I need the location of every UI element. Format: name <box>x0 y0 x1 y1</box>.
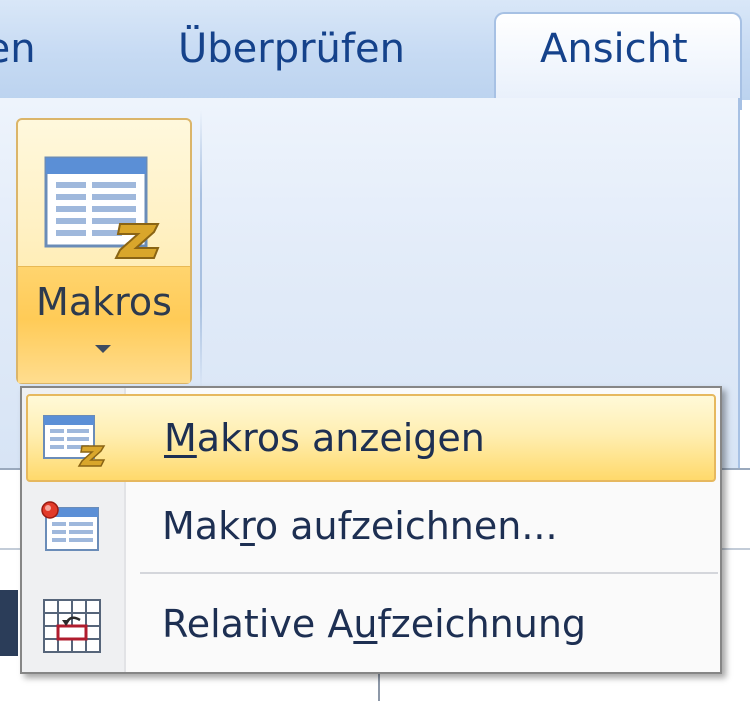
view-macros-icon <box>43 415 106 467</box>
menu-item-label: Relative Aufzeichnung <box>162 602 587 646</box>
macros-button-label: Makros <box>36 280 172 324</box>
menu-separator <box>140 572 718 574</box>
menu-item-label: Makros anzeigen <box>164 416 485 460</box>
menu-item-view-macros[interactable]: Makros anzeigen <box>26 394 716 482</box>
macro-table-icon <box>44 156 160 259</box>
menu-item-relative-reference[interactable]: Relative Aufzeichnung <box>26 582 716 670</box>
chevron-down-icon <box>95 345 111 353</box>
tab-partial[interactable]: ten <box>0 26 36 72</box>
sheet-column-line <box>378 670 380 701</box>
relative-reference-icon <box>43 599 101 653</box>
ribbon-tab-bar: ten Überprüfen Ansicht <box>0 0 750 110</box>
menu-item-label: Makro aufzeichnen... <box>162 504 558 548</box>
record-macro-icon <box>41 501 99 551</box>
macros-dropdown-menu: Makros anzeigen Makro aufzeichnen... Rel… <box>20 386 722 674</box>
menu-item-record-macro[interactable]: Makro aufzeichnen... <box>26 484 716 572</box>
macros-split-button[interactable]: Makros <box>16 118 192 384</box>
ribbon-group-separator <box>200 110 202 390</box>
tab-view[interactable]: Ansicht <box>540 26 688 72</box>
tab-review[interactable]: Überprüfen <box>178 26 405 72</box>
sheet-content-fragment <box>0 590 18 656</box>
